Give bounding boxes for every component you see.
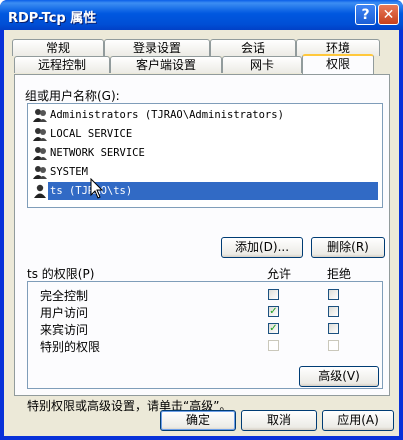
- allow-checkbox[interactable]: ✓: [268, 306, 279, 317]
- ok-button[interactable]: 确定: [160, 410, 236, 431]
- user-name: Administrators (TJRAO\Administrators): [50, 109, 284, 121]
- help-icon: ?: [361, 6, 370, 23]
- apply-button[interactable]: 应用(A): [322, 410, 394, 431]
- close-button[interactable]: ✕: [378, 4, 399, 25]
- check-icon: ✓: [269, 323, 278, 334]
- permission-name: 来宾访问: [40, 323, 89, 337]
- permission-name: 完全控制: [40, 289, 89, 303]
- list-item[interactable]: NETWORK SERVICE: [30, 144, 380, 162]
- tab-permissions[interactable]: 权限: [302, 54, 374, 74]
- deny-header: 拒绝: [327, 267, 352, 281]
- users-label: 组或用户名称(G):: [25, 89, 120, 103]
- group-icon: [33, 109, 47, 122]
- deny-checkbox[interactable]: [328, 323, 339, 334]
- list-item[interactable]: LOCAL SERVICE: [30, 125, 380, 143]
- permission-name: 特别的权限: [40, 340, 101, 354]
- tab-network-adapter[interactable]: 网卡: [222, 56, 302, 73]
- user-name: NETWORK SERVICE: [50, 147, 145, 159]
- group-icon: [33, 147, 47, 160]
- cancel-button[interactable]: 取消: [241, 410, 317, 431]
- allow-checkbox-disabled: [268, 340, 279, 351]
- tab-remote-control[interactable]: 远程控制: [14, 56, 110, 73]
- permissions-label: ts 的权限(P): [27, 267, 95, 281]
- help-button[interactable]: ?: [355, 4, 376, 25]
- remove-button[interactable]: 删除(R): [311, 237, 385, 258]
- allow-checkbox[interactable]: ✓: [268, 323, 279, 334]
- group-icon: [33, 166, 47, 179]
- deny-checkbox[interactable]: [328, 289, 339, 300]
- user-icon: [34, 184, 46, 198]
- user-name: LOCAL SERVICE: [50, 128, 133, 140]
- tab-general[interactable]: 常规: [12, 39, 104, 56]
- advanced-button[interactable]: 高级(V): [299, 366, 379, 387]
- window-title: RDP-Tcp 属性: [8, 11, 97, 26]
- allow-header: 允许: [267, 267, 292, 281]
- allow-checkbox[interactable]: [268, 289, 279, 300]
- users-listbox[interactable]: Administrators (TJRAO\Administrators) LO…: [27, 103, 383, 208]
- properties-window: RDP-Tcp 属性 ? ✕ 常规 登录设置 会话 环境 远程控制 客户端设置 …: [0, 0, 403, 440]
- dialog-client: 常规 登录设置 会话 环境 远程控制 客户端设置 网卡 权限 组或用户名称(G)…: [4, 30, 399, 436]
- add-button[interactable]: 添加(D)...: [221, 237, 303, 258]
- list-item[interactable]: Administrators (TJRAO\Administrators): [30, 106, 380, 124]
- tab-client-settings[interactable]: 客户端设置: [110, 56, 222, 73]
- deny-checkbox-disabled: [328, 340, 339, 351]
- check-icon: ✓: [269, 306, 278, 317]
- permissions-panel: 组或用户名称(G): Administrators (TJRAO\Adminis…: [14, 74, 390, 413]
- list-item-selected[interactable]: ts (TJRAO\ts): [30, 182, 380, 200]
- deny-checkbox[interactable]: [328, 306, 339, 317]
- tab-sessions[interactable]: 会话: [210, 39, 296, 56]
- user-name: SYSTEM: [50, 166, 88, 178]
- title-bar[interactable]: RDP-Tcp 属性 ? ✕: [0, 0, 403, 30]
- mouse-cursor-icon: [90, 178, 104, 199]
- list-item[interactable]: SYSTEM: [30, 163, 380, 181]
- permission-name: 用户访问: [40, 306, 89, 320]
- close-icon: ✕: [382, 6, 395, 23]
- tab-logon-settings[interactable]: 登录设置: [104, 39, 210, 56]
- group-icon: [33, 128, 47, 141]
